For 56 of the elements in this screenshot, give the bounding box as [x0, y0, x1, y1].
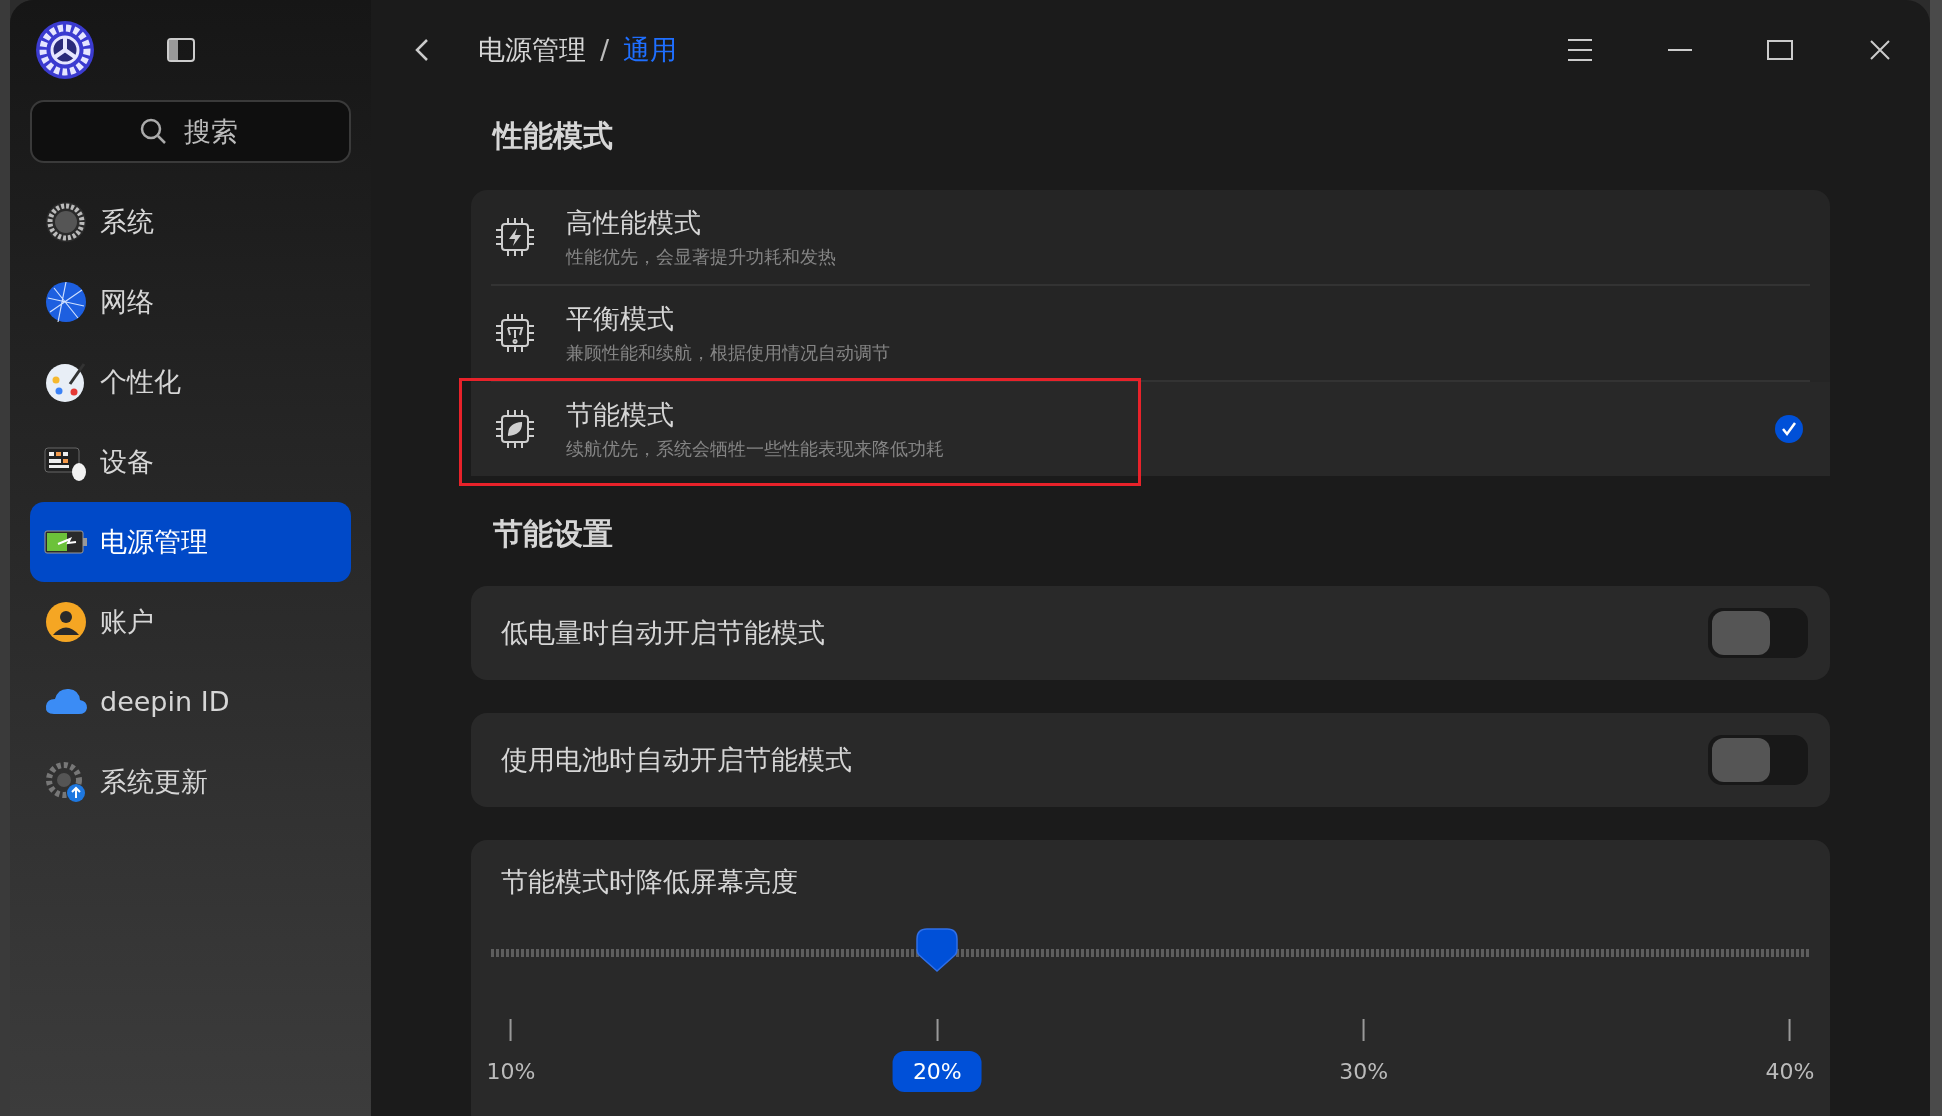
section-title: 节能设置	[493, 514, 614, 553]
toggle-switch[interactable]	[1708, 608, 1808, 658]
sidebar-item[interactable]: 个性化	[30, 342, 351, 422]
sidebar-item-label: 账户	[100, 604, 154, 639]
close-icon	[1869, 39, 1891, 61]
mode-option[interactable]: 平衡模式 兼顾性能和续航，根据使用情况自动调节	[471, 286, 1830, 380]
tick-label: 20%	[892, 1050, 982, 1092]
sidebar-item[interactable]: 系统更新	[30, 742, 351, 822]
setting-label: 低电量时自动开启节能模式	[501, 615, 825, 650]
sidebar-item-label: 系统	[100, 204, 154, 239]
gear-icon	[44, 200, 88, 244]
sidebar-item[interactable]: 设备	[30, 422, 351, 502]
sidebar-panel-icon	[167, 38, 195, 62]
sidebar-item-label: 个性化	[100, 364, 181, 399]
breadcrumb-item[interactable]: 电源管理	[478, 29, 586, 71]
sidebar-item[interactable]: 电源管理	[30, 502, 351, 582]
user-icon	[44, 600, 88, 644]
chevron-left-icon	[415, 38, 429, 62]
mode-description: 兼顾性能和续航，根据使用情况自动调节	[566, 341, 890, 365]
sidebar-item[interactable]: 系统	[30, 182, 351, 262]
sidebar-item-label: 设备	[100, 444, 154, 479]
mode-title: 高性能模式	[566, 206, 702, 240]
breadcrumb-separator: /	[600, 32, 610, 67]
sidebar-item-label: 电源管理	[100, 524, 208, 559]
maximize-icon	[1767, 40, 1793, 60]
mode-option[interactable]: 高性能模式 性能优先，会显著提升功耗和发热	[471, 190, 1830, 284]
minimize-icon	[1667, 48, 1693, 52]
slider-thumb[interactable]	[915, 926, 958, 973]
chip-lightning-icon	[493, 215, 537, 259]
tick-label: 10%	[486, 1057, 536, 1086]
mode-description: 续航优先，系统会牺牲一些性能表现来降低功耗	[566, 437, 944, 461]
mode-description: 性能优先，会显著提升功耗和发热	[566, 245, 836, 269]
app-logo-icon	[35, 20, 95, 80]
setting-label: 使用电池时自动开启节能模式	[501, 742, 852, 777]
sidebar-item-label: deepin ID	[100, 684, 230, 719]
search-icon	[138, 116, 168, 146]
search-field[interactable]: 搜索	[30, 100, 351, 163]
globe-icon	[44, 280, 88, 324]
chip-gauge-icon	[493, 311, 537, 355]
chip-leaf-icon	[493, 407, 537, 451]
tick-label: 30%	[1339, 1057, 1389, 1086]
sidebar-item[interactable]: 账户	[30, 582, 351, 662]
breadcrumb-item: 通用	[623, 32, 678, 67]
sidebar-item-label: 网络	[100, 284, 154, 319]
menu-icon	[1567, 38, 1593, 62]
tick-label: 40%	[1765, 1057, 1815, 1086]
gear-update-icon	[44, 760, 88, 804]
toggle-switch[interactable]	[1708, 735, 1808, 785]
section-title: 性能模式	[493, 116, 614, 155]
sidebar-item-label: 系统更新	[100, 764, 208, 799]
mode-title: 节能模式	[566, 398, 675, 432]
slider-label: 节能模式时降低屏幕亮度	[501, 865, 799, 899]
checkmark-icon	[1774, 414, 1804, 444]
sidebar-item[interactable]: 网络	[30, 262, 351, 342]
sidebar-item[interactable]: deepin ID	[30, 662, 351, 742]
mode-title: 平衡模式	[566, 302, 675, 336]
